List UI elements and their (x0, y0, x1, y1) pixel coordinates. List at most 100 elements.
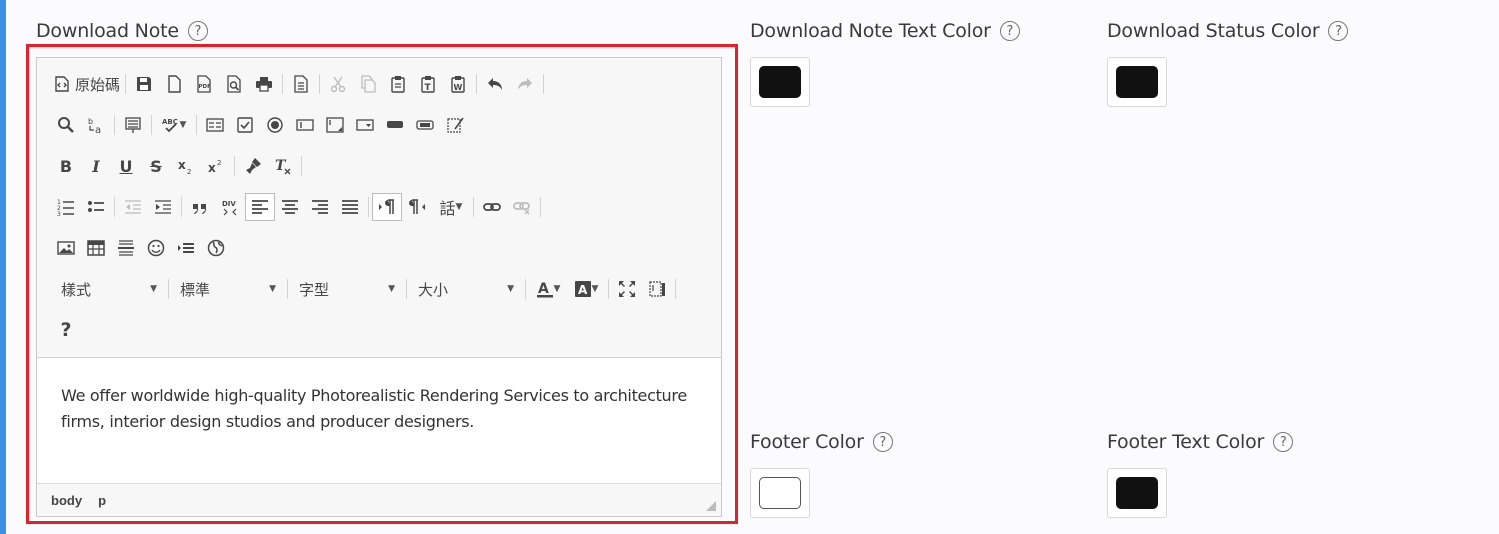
align-left-button[interactable] (245, 193, 275, 221)
replace-button[interactable]: ba (81, 111, 111, 139)
hidden-field-button[interactable] (440, 111, 470, 139)
smiley-button[interactable] (141, 234, 171, 262)
chevron-down-icon: ▼ (179, 120, 187, 130)
background-color-button[interactable]: A ▼ (567, 275, 605, 303)
toolbar-separator (543, 74, 545, 94)
paste-word-button[interactable]: W (443, 70, 473, 98)
toolbar-row-basic-styles: B I U S x2 x2 T (51, 149, 305, 183)
toolbar-row-about: ? (51, 313, 81, 347)
image-button[interactable] (51, 234, 81, 262)
quote-icon (193, 204, 206, 214)
resize-handle-icon[interactable] (705, 500, 717, 512)
div-icon: DIV (222, 200, 237, 216)
help-icon[interactable]: ? (187, 21, 208, 41)
radio-button[interactable] (260, 111, 290, 139)
superscript-button[interactable]: x2 (201, 152, 231, 180)
help-icon[interactable]: ? (872, 432, 893, 452)
font-dropdown[interactable]: 字型 ▼ (291, 275, 403, 303)
button-field-button[interactable] (380, 111, 410, 139)
bold-button[interactable]: B (51, 152, 81, 180)
text-color-button[interactable]: A ▼ (529, 275, 567, 303)
link-button[interactable] (477, 193, 507, 221)
bulleted-list-button[interactable] (81, 193, 111, 221)
outdent-icon (125, 200, 141, 214)
form-button[interactable] (200, 111, 230, 139)
select-field-button[interactable] (350, 111, 380, 139)
paste-button[interactable] (383, 70, 413, 98)
export-pdf-button[interactable]: PDF (189, 70, 219, 98)
ltr-button[interactable] (372, 193, 402, 221)
maximize-icon (619, 281, 635, 297)
path-element-p[interactable]: p (98, 493, 106, 508)
svg-text:b: b (88, 117, 93, 126)
help-icon[interactable]: ? (1328, 21, 1349, 41)
language-button[interactable]: 話 ▼ (432, 193, 470, 221)
print-button[interactable] (249, 70, 279, 98)
templates-button[interactable] (286, 70, 316, 98)
button-field-icon (387, 121, 403, 128)
about-help-button[interactable]: ? (51, 316, 81, 344)
spellcheck-button[interactable]: ABC ▼ (155, 111, 193, 139)
textarea-button[interactable] (320, 111, 350, 139)
show-blocks-button[interactable] (642, 275, 672, 303)
table-button[interactable] (81, 234, 111, 262)
numbered-list-button[interactable]: 123 (51, 193, 81, 221)
horizontal-rule-button[interactable] (111, 234, 141, 262)
indent-icon (155, 200, 171, 214)
size-dropdown[interactable]: 大小 ▼ (410, 275, 522, 303)
iframe-button[interactable] (201, 234, 231, 262)
text-field-button[interactable] (290, 111, 320, 139)
align-justify-button[interactable] (335, 193, 365, 221)
new-page-button[interactable] (159, 70, 189, 98)
editor-toolbar: 原始碼 PDF T W b a ABC ▼ B I U S x 2 x 2 T … (37, 58, 721, 358)
blockquote-button[interactable] (185, 193, 215, 221)
download-note-text-color-picker[interactable] (750, 57, 810, 107)
editor-path-bar: body p (37, 483, 721, 516)
create-div-button[interactable]: DIV (215, 193, 245, 221)
strikethrough-button[interactable]: S (141, 152, 171, 180)
download-note-text-color-label-text: Download Note Text Color (750, 20, 991, 42)
select-all-button[interactable] (118, 111, 148, 139)
copy-button[interactable] (353, 70, 383, 98)
indent-button[interactable] (148, 193, 178, 221)
footer-color-picker[interactable] (750, 468, 810, 518)
chevron-down-icon: ▼ (591, 284, 599, 294)
copy-format-button[interactable] (238, 152, 268, 180)
toolbar-separator (473, 197, 474, 217)
styles-dropdown[interactable]: 樣式 ▼ (53, 275, 165, 303)
download-status-color-picker[interactable] (1107, 57, 1167, 107)
remove-format-button[interactable]: T (268, 152, 298, 180)
redo-button[interactable] (510, 70, 540, 98)
italic-button[interactable]: I (81, 152, 111, 180)
outdent-button[interactable] (118, 193, 148, 221)
underline-button[interactable]: U (111, 152, 141, 180)
image-button-field-button[interactable] (410, 111, 440, 139)
save-button[interactable] (129, 70, 159, 98)
help-icon[interactable]: ? (999, 21, 1020, 41)
editor-content[interactable]: We offer worldwide high-quality Photorea… (61, 383, 701, 435)
help-icon[interactable]: ? (1273, 432, 1294, 452)
templates-icon (294, 75, 308, 93)
paste-icon (391, 76, 405, 93)
superscript-icon: x2 (208, 159, 221, 175)
rtl-button[interactable] (402, 193, 432, 221)
path-element-body[interactable]: body (51, 493, 82, 508)
unlink-button[interactable] (507, 193, 537, 221)
toolbar-separator (540, 197, 541, 217)
paste-text-button[interactable]: T (413, 70, 443, 98)
checkbox-button[interactable] (230, 111, 260, 139)
page-break-button[interactable] (171, 234, 201, 262)
subscript-icon: x2 (178, 158, 191, 175)
preview-button[interactable] (219, 70, 249, 98)
undo-button[interactable] (480, 70, 510, 98)
subscript-button[interactable]: x2 (171, 152, 201, 180)
align-center-button[interactable] (275, 193, 305, 221)
footer-text-color-picker[interactable] (1107, 468, 1167, 518)
maximize-button[interactable] (612, 275, 642, 303)
format-dropdown[interactable]: 標準 ▼ (172, 275, 284, 303)
find-button[interactable] (51, 111, 81, 139)
svg-text:a: a (95, 125, 101, 134)
source-button[interactable]: 原始碼 (51, 70, 122, 98)
cut-button[interactable] (323, 70, 353, 98)
align-right-button[interactable] (305, 193, 335, 221)
